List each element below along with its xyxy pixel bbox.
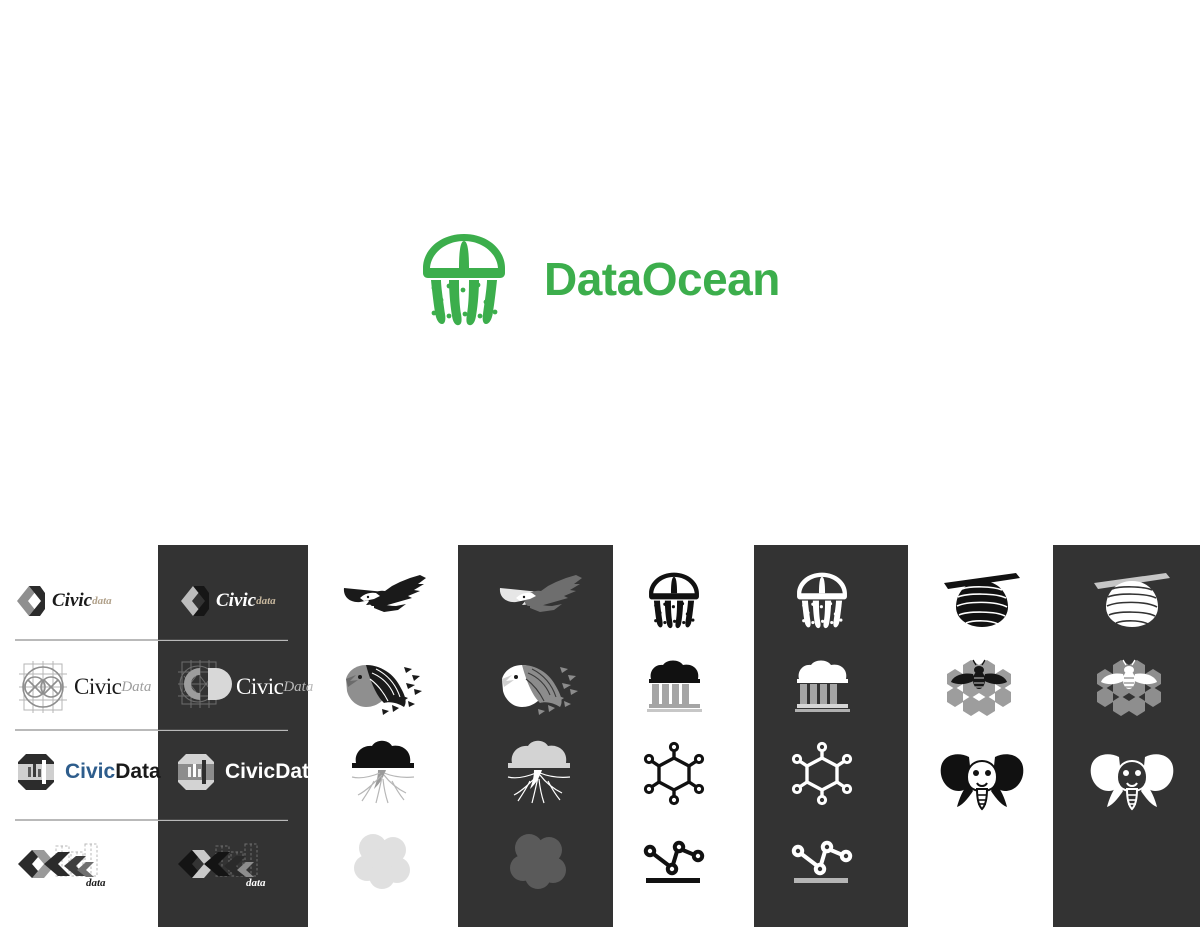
eagle-soaring-icon <box>343 575 426 612</box>
logo-card-hex-nodes[interactable] <box>628 741 720 806</box>
logo-card-civicdata-chevron-dark[interactable]: Civic data <box>178 577 318 625</box>
logo-card-jellyfish-dark[interactable] <box>776 567 868 633</box>
cd-monogram-icon <box>178 660 232 708</box>
logo-card-eagle-head-dark[interactable] <box>492 655 588 719</box>
octagon-chart-icon <box>178 754 214 790</box>
chevron-cube-icon <box>17 586 45 616</box>
logo-card-line-nodes-dark[interactable] <box>776 835 868 893</box>
logo-card-elephant[interactable] <box>936 745 1028 815</box>
wordmark-secondary: Data <box>115 760 161 783</box>
logo-card-bubbles[interactable] <box>336 827 432 897</box>
node-line-chart-icon <box>791 840 853 883</box>
logo-card-elephant-dark[interactable] <box>1086 745 1178 815</box>
elephant-head-icon <box>1090 754 1174 811</box>
row-divider <box>158 819 288 820</box>
octagon-chart-icon <box>18 754 54 790</box>
elephant-head-icon <box>940 754 1024 811</box>
logo-card-bee-honeycomb[interactable] <box>936 655 1028 719</box>
logo-card-eagle-soaring-dark[interactable] <box>492 569 588 631</box>
wordmark-primary: Civic <box>216 590 257 611</box>
logo-card-civicdata-compass[interactable]: Civic Data <box>14 657 164 717</box>
logo-card-beehive[interactable] <box>936 567 1028 633</box>
cloud-bank-icon <box>795 660 850 712</box>
logo-card-bubbles-dark[interactable] <box>492 827 588 897</box>
logo-card-eagle-head[interactable] <box>336 655 432 719</box>
row-divider <box>158 729 288 730</box>
wordmark-primary: Civic <box>236 674 284 699</box>
wordmark-secondary: data <box>86 877 106 889</box>
logo-card-eagle-soaring[interactable] <box>336 569 432 631</box>
logo-card-jellyfish[interactable] <box>628 567 720 633</box>
compass-grid-icon <box>19 661 67 713</box>
logo-concept-grid: Civic data Civic Data Civic Data data Ci… <box>0 545 1200 927</box>
overlapping-bubbles-icon <box>510 834 566 889</box>
jellyfish-icon <box>423 234 505 326</box>
wordmark-secondary: Data <box>275 760 321 783</box>
logo-card-cloud-roots[interactable] <box>336 737 432 807</box>
logo-card-cloud-roots-dark[interactable] <box>492 737 588 807</box>
brand-name: DataOcean <box>544 253 780 305</box>
wordmark-primary: Civic <box>65 760 116 783</box>
logo-card-beehive-dark[interactable] <box>1086 567 1178 633</box>
hex-node-network-icon <box>791 741 853 806</box>
cloud-roots-icon <box>351 740 415 804</box>
wordmark-secondary: Data <box>121 678 152 695</box>
bee-honeycomb-icon <box>1097 659 1161 716</box>
cloud-roots-icon <box>507 740 571 804</box>
arrow-blocks-city-icon: data <box>178 843 266 889</box>
logo-card-civicdata-chevron[interactable]: Civic data <box>14 577 154 625</box>
brand-lockup: DataOcean <box>418 228 780 330</box>
logo-card-civicdata-arrows[interactable]: data <box>14 837 164 893</box>
logo-card-civicdata-arrows-dark[interactable]: data <box>174 837 324 893</box>
logo-card-civicdata-octagon[interactable]: Civic Data <box>14 745 164 799</box>
eagle-head-icon <box>346 665 422 715</box>
wordmark-primary: Civic <box>225 760 276 783</box>
logo-card-bee-honeycomb-dark[interactable] <box>1086 655 1178 719</box>
jellyfish-icon <box>797 572 847 629</box>
hero-section: DataOcean <box>0 0 1200 545</box>
wordmark-primary: Civic <box>52 590 93 611</box>
wordmark-primary: Civic <box>74 674 122 699</box>
wordmark-secondary: data <box>256 595 276 607</box>
logo-card-civicdata-octagon-dark[interactable]: Civic Data <box>174 745 324 799</box>
logo-card-cloud-bank[interactable] <box>628 657 720 717</box>
logo-card-hex-nodes-dark[interactable] <box>776 741 868 806</box>
wordmark-secondary: data <box>246 877 266 889</box>
wordmark-secondary: Data <box>283 678 314 695</box>
row-divider <box>158 639 288 640</box>
beehive-icon <box>1094 573 1170 627</box>
eagle-soaring-icon <box>499 575 582 612</box>
wordmark-secondary: data <box>92 595 112 607</box>
hex-node-network-icon <box>643 741 705 806</box>
logo-card-line-nodes[interactable] <box>628 835 720 893</box>
cloud-bank-icon <box>647 660 702 712</box>
jellyfish-icon <box>649 572 699 629</box>
beehive-icon <box>944 573 1020 627</box>
arrow-blocks-city-icon: data <box>18 843 106 889</box>
eagle-head-icon <box>502 665 578 715</box>
bee-honeycomb-icon <box>947 659 1011 716</box>
chevron-cube-icon <box>181 586 209 616</box>
node-line-chart-icon <box>643 840 705 883</box>
overlapping-bubbles-icon <box>354 834 410 889</box>
logo-card-cloud-bank-dark[interactable] <box>776 657 868 717</box>
logo-card-civicdata-cd-dark[interactable]: Civic Data <box>174 657 324 717</box>
